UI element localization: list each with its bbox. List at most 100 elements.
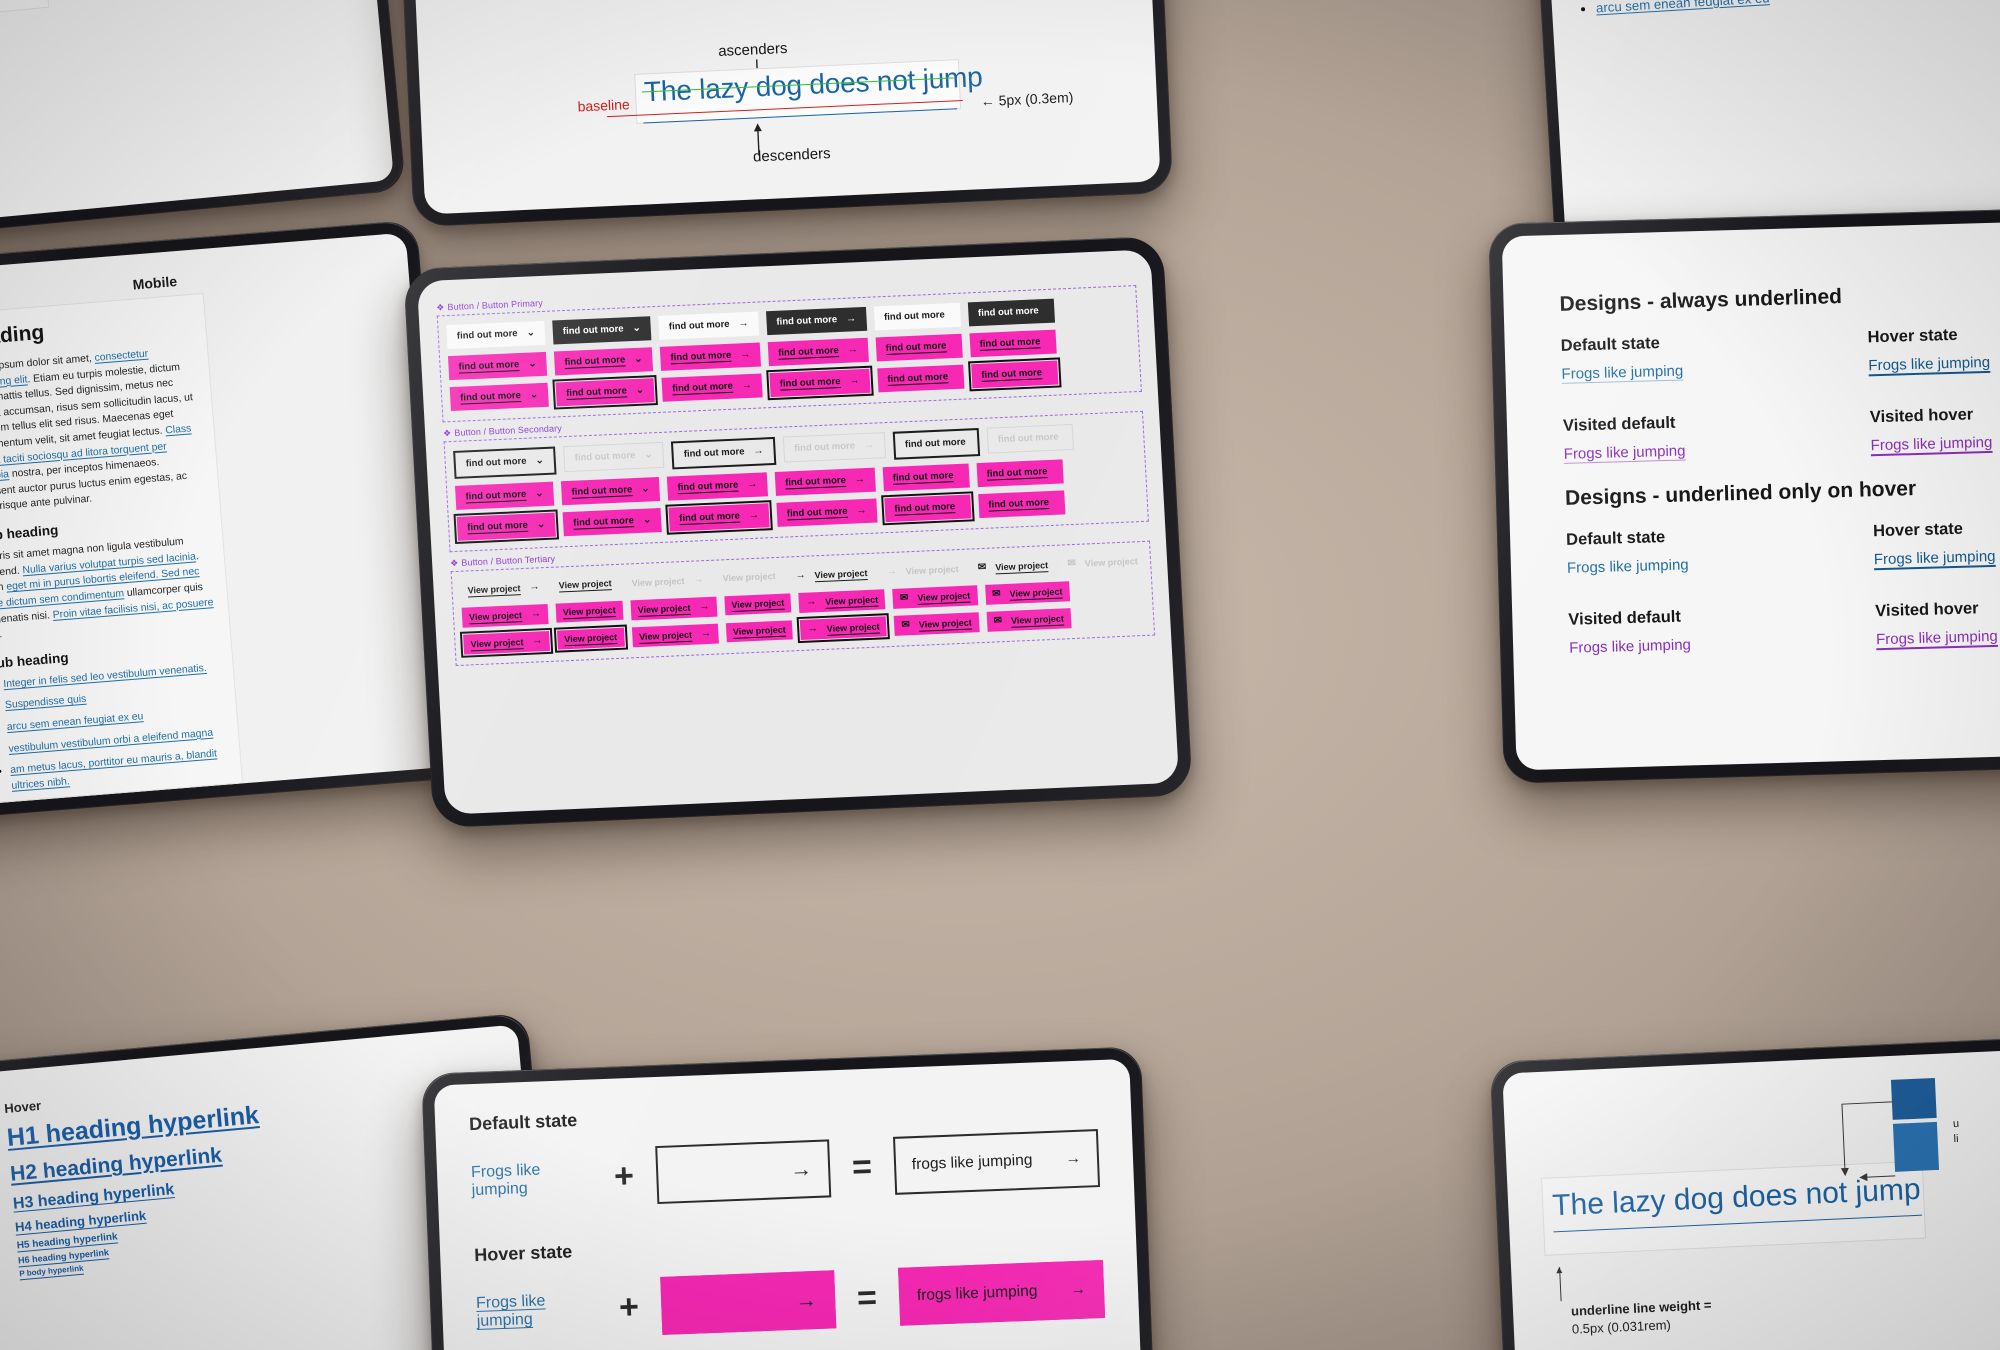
sample-link[interactable]: Frogs like jumping — [1870, 430, 2000, 454]
sample-link[interactable]: Frogs like jumping — [1874, 544, 2000, 568]
button-find-out-more[interactable]: find out more ⌄ — [552, 316, 652, 345]
button-view-project[interactable]: → View project — [798, 589, 886, 613]
bullet-link[interactable]: Suspendisse quis — [5, 694, 87, 711]
button-view-project[interactable]: View project — [725, 620, 794, 643]
button-label: View project — [470, 636, 524, 649]
button-find-out-more[interactable]: find out more → — [667, 472, 768, 501]
button-find-out-more[interactable]: find out more — [969, 329, 1057, 357]
button-label: View project — [637, 602, 691, 615]
button-view-project[interactable]: View project — [715, 567, 781, 589]
button-label: find out more — [573, 515, 635, 530]
envelope-icon: ✉ — [899, 592, 909, 604]
button-label: find out more — [459, 390, 522, 404]
article-paragraph-2: Mauris sit amet magna non ligula vestibu… — [0, 532, 215, 644]
button-find-out-more[interactable]: find out more — [882, 463, 970, 491]
state-grid: Default state Frogs like jumping Hover sta… — [1561, 321, 2000, 463]
button-find-out-more[interactable]: find out more → — [658, 311, 760, 340]
state-cell: Visited hover Frogs like jumping — [1851, 381, 2000, 455]
button-find-out-more[interactable]: find out more → — [671, 436, 777, 470]
chevron-down-icon: ⌄ — [640, 483, 650, 495]
button-find-out-more[interactable]: find out more → — [776, 498, 878, 527]
button-find-out-more[interactable]: find out more — [967, 357, 1062, 392]
button-result-pink[interactable]: frogs like jumping → — [897, 1259, 1106, 1326]
button-find-out-more[interactable]: find out more ⌄ — [562, 507, 662, 537]
sample-link[interactable]: Frogs like jumping — [1569, 632, 1848, 656]
button-find-out-more[interactable]: find out more → — [661, 373, 763, 402]
bullet-link[interactable]: arcu sem enean feugiat ex eu — [1596, 0, 1770, 15]
button-find-out-more[interactable]: find out more ⌄ — [563, 441, 665, 473]
link-sample-hover[interactable]: Frogs like jumping — [476, 1290, 598, 1331]
tablet-link-underline-states: Designs - always underlined Default state… — [1488, 204, 2000, 784]
button-find-out-more[interactable]: find out more — [976, 459, 1064, 487]
button-view-project[interactable]: ✉ View project — [893, 612, 980, 636]
card-placeholder-2[interactable] — [0, 0, 50, 35]
button-pink[interactable]: → — [659, 1270, 837, 1335]
button-view-project[interactable]: View project — [553, 624, 628, 654]
button-view-project[interactable]: → View project — [797, 612, 891, 644]
button-find-out-more[interactable]: find out more → — [774, 467, 876, 496]
button-view-project[interactable]: View project → — [460, 627, 553, 659]
screen: ❖ Button / Button Primary find out more ⌄ fi… — [416, 249, 1180, 815]
button-view-project[interactable]: View project — [555, 600, 624, 623]
button-find-out-more[interactable]: find out more → — [659, 342, 761, 371]
sample-link[interactable]: Frogs like jumping — [1868, 350, 2000, 374]
link-sample[interactable]: Frogs like jumping — [471, 1160, 593, 1201]
plus-operator: + — [613, 1156, 635, 1196]
screen: Default state Frogs like jumping + → = f… — [433, 1058, 1147, 1350]
button-view-project[interactable]: View project — [723, 593, 792, 616]
button-find-out-more[interactable]: find out more — [875, 333, 963, 361]
button-label: find out more — [465, 489, 527, 503]
bullet-link[interactable]: am metus lacus, porttitor eu mauris a, b… — [10, 749, 218, 792]
button-find-out-more[interactable]: find out more ⌄ — [553, 347, 654, 376]
button-find-out-more[interactable]: find out more ⌄ — [447, 351, 548, 381]
bullet-link[interactable]: arcu sem enean feugiat ex eu — [6, 711, 143, 733]
button-view-project[interactable]: ✉ View project — [1060, 551, 1143, 575]
button-find-out-more[interactable]: find out more ⌄ — [446, 320, 546, 350]
button-find-out-more[interactable]: find out more — [967, 298, 1055, 326]
button-view-project[interactable]: View project → — [460, 577, 544, 601]
button-view-project[interactable]: View project → — [461, 603, 549, 628]
button-find-out-more[interactable]: find out more — [892, 428, 980, 460]
envelope-icon: ✉ — [901, 619, 911, 631]
button-view-project[interactable]: View project → — [630, 596, 718, 621]
state-label-hover: Hover state — [473, 1241, 573, 1266]
underline-weight-canvas: The lazy dog does not jump underline lin… — [1502, 1043, 2000, 1350]
button-find-out-more[interactable]: find out more — [873, 302, 961, 330]
document-canvas: ultrices nibh. am metus lacus, porttitor… — [1537, 0, 2000, 241]
button-find-out-more[interactable]: find out more ⌄ — [453, 509, 560, 545]
sample-link[interactable]: Frogs like jumping — [1564, 438, 1843, 462]
button-find-out-more[interactable]: find out more → — [766, 365, 874, 401]
button-find-out-more[interactable]: find out more — [986, 423, 1074, 454]
button-find-out-more[interactable]: find out more ⌄ — [449, 382, 549, 412]
sample-link[interactable]: Frogs like jumping — [1561, 358, 1840, 383]
button-find-out-more[interactable]: find out more → — [782, 432, 886, 463]
chevron-down-icon: ⌄ — [633, 353, 643, 365]
button-find-out-more[interactable]: find out more → — [767, 337, 869, 367]
sample-link[interactable]: Frogs like jumping — [1567, 552, 1846, 576]
button-find-out-more[interactable]: find out more ⌄ — [561, 477, 661, 506]
button-find-out-more[interactable]: find out more — [880, 491, 975, 526]
state-label: Visited default — [1568, 607, 1682, 629]
state-cell: Visited default Frogs like jumping — [1562, 389, 1843, 463]
button-outline[interactable]: → — [654, 1139, 832, 1205]
button-view-project[interactable]: → View project — [879, 559, 963, 583]
button-view-project[interactable]: View project — [551, 574, 617, 596]
button-view-project[interactable]: ✉ View project — [892, 585, 978, 609]
button-view-project[interactable]: → View project — [788, 563, 872, 587]
component-section: ❖ Button / Button Primary find out more ⌄ fi… — [436, 272, 1142, 423]
button-find-out-more[interactable]: find out more ⌄ — [455, 481, 555, 510]
button-view-project[interactable]: ✉ View project — [984, 581, 1070, 605]
button-view-project[interactable]: View project → — [624, 570, 708, 594]
button-find-out-more[interactable]: find out more ⌄ — [552, 374, 658, 410]
button-result-outline[interactable]: frogs like jumping → — [892, 1129, 1101, 1195]
sample-link[interactable]: Frogs like jumping — [1876, 624, 2000, 648]
button-label: View project — [918, 617, 972, 630]
button-find-out-more[interactable]: find out more — [977, 490, 1066, 518]
button-view-project[interactable]: View project → — [631, 623, 719, 648]
button-find-out-more[interactable]: find out more — [876, 364, 965, 392]
button-view-project[interactable]: ✉ View project — [970, 555, 1053, 579]
button-find-out-more[interactable]: find out more → — [765, 306, 867, 336]
button-find-out-more[interactable]: find out more ⌄ — [453, 446, 557, 479]
button-find-out-more[interactable]: find out more → — [665, 499, 773, 536]
button-view-project[interactable]: ✉ View project — [986, 608, 1072, 632]
